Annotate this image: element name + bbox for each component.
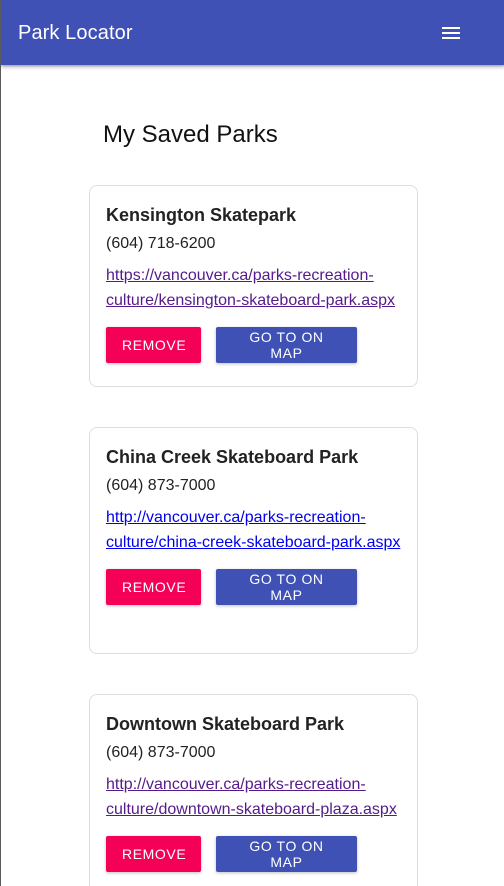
app-title: Park Locator: [18, 22, 133, 44]
park-phone: (604) 873-7000: [106, 477, 216, 494]
go-to-map-button[interactable]: GO TO ON MAP: [216, 836, 357, 872]
menu-icon: [442, 27, 460, 39]
card-actions: REMOVE GO TO ON MAP: [106, 569, 401, 605]
card-actions: REMOVE GO TO ON MAP: [106, 327, 401, 363]
park-name: China Creek Skateboard Park: [106, 447, 359, 467]
park-website-link[interactable]: http://vancouver.ca/parks-recreation-cul…: [106, 772, 406, 822]
park-website-link[interactable]: https://vancouver.ca/parks-recreation-cu…: [106, 263, 406, 313]
remove-button[interactable]: REMOVE: [106, 327, 201, 363]
go-to-map-button[interactable]: GO TO ON MAP: [216, 327, 357, 363]
remove-button[interactable]: REMOVE: [106, 569, 201, 605]
park-card-kensington: Kensington Skatepark (604) 718-6200 http…: [89, 185, 418, 387]
park-phone: (604) 873-7000: [106, 744, 216, 761]
park-card-downtown: Downtown Skateboard Park (604) 873-7000 …: [89, 694, 418, 886]
park-name: Kensington Skatepark: [106, 205, 297, 225]
app-bar: Park Locator: [1, 0, 504, 65]
park-website-link[interactable]: http://vancouver.ca/parks-recreation-cul…: [106, 505, 406, 555]
go-to-map-button[interactable]: GO TO ON MAP: [216, 569, 357, 605]
remove-button[interactable]: REMOVE: [106, 836, 201, 872]
page: Park Locator My Saved Parks Kensington S…: [0, 0, 504, 886]
page-heading: My Saved Parks: [103, 121, 278, 148]
park-name: Downtown Skateboard Park: [106, 714, 345, 734]
park-phone: (604) 718-6200: [106, 235, 216, 252]
card-actions: REMOVE GO TO ON MAP: [106, 836, 401, 872]
park-card-china-creek: China Creek Skateboard Park (604) 873-70…: [89, 427, 418, 654]
menu-button[interactable]: [435, 17, 467, 49]
